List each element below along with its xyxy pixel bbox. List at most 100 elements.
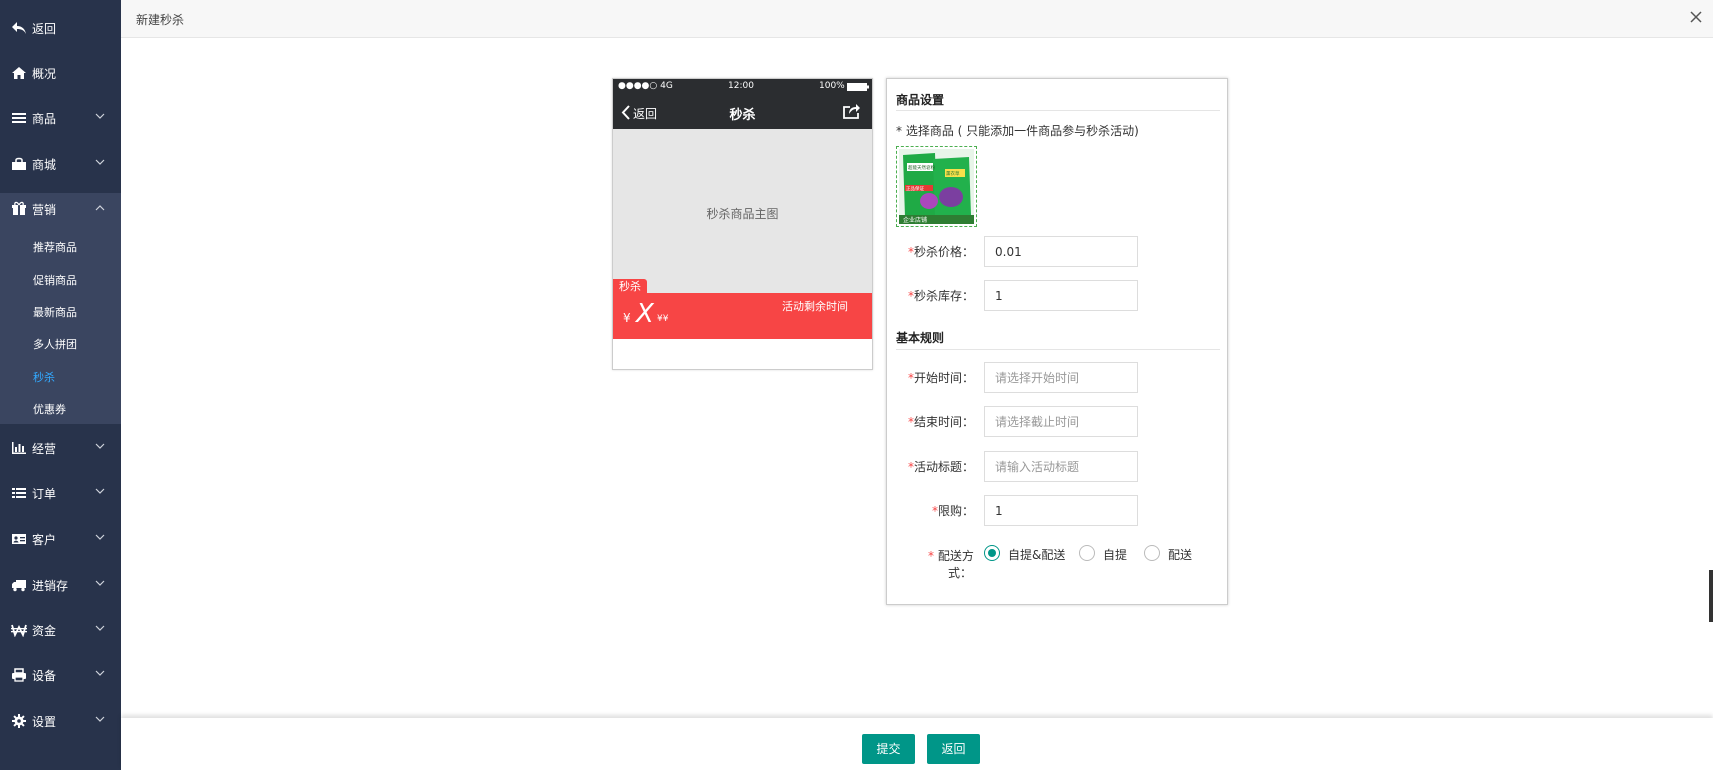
sidebar-item-goods[interactable]: 商品 bbox=[0, 103, 121, 133]
sidebar-item-customers[interactable]: 客户 bbox=[0, 524, 121, 554]
seckill-price: X bbox=[636, 299, 654, 329]
stock-label-text: 秒杀库存： bbox=[914, 289, 975, 303]
back-button[interactable]: 返回 bbox=[927, 734, 980, 764]
section-title-goods: 商品设置 bbox=[896, 93, 945, 107]
price-label-text: 秒杀价格： bbox=[914, 245, 975, 259]
sidebar-item-inventory[interactable]: 进销存 bbox=[0, 570, 121, 600]
sidebar-item-label: 资金 bbox=[32, 624, 57, 638]
delivery-method-label: * 配送方 bbox=[928, 549, 974, 563]
battery-icon bbox=[847, 83, 869, 91]
phone-carrier: ●●●●○ 4G bbox=[618, 81, 673, 91]
submit-button[interactable]: 提交 bbox=[862, 734, 915, 764]
marketing-submenu: 推荐商品 促销商品 最新商品 多人拼团 秒杀 优惠券 bbox=[0, 230, 121, 424]
home-icon bbox=[12, 67, 26, 79]
product-main-image-placeholder: 秒杀商品主图 bbox=[613, 129, 872, 294]
printer-icon bbox=[12, 668, 26, 682]
sidebar-item-marketing[interactable]: 营销 bbox=[0, 193, 121, 230]
id-card-icon bbox=[12, 534, 26, 544]
scrollbar-thumb[interactable] bbox=[1709, 570, 1713, 622]
radio-label: 配送 bbox=[1168, 548, 1193, 562]
submenu-item-recommended[interactable]: 推荐商品 bbox=[33, 239, 77, 255]
sidebar-item-label: 订单 bbox=[32, 487, 57, 501]
chevron-down-icon bbox=[95, 488, 105, 494]
price-label: *秒杀价格： bbox=[908, 245, 975, 259]
sidebar-item-funds[interactable]: 资金 bbox=[0, 615, 121, 645]
sidebar-item-label: 经营 bbox=[32, 442, 57, 456]
close-icon[interactable] bbox=[1689, 10, 1703, 24]
seckill-form-panel: 商品设置 * 选择商品 ( 只能添加一件商品参与秒杀活动) 企业店铺 超能天然皂… bbox=[886, 78, 1228, 605]
purchase-limit-label: *限购： bbox=[932, 504, 975, 518]
sidebar-item-label: 商城 bbox=[32, 158, 57, 172]
radio-label: 自提 bbox=[1103, 548, 1128, 562]
phone-title: 秒杀 bbox=[729, 108, 756, 123]
radio-pickup-and-delivery[interactable]: 自提&配送 bbox=[984, 545, 1066, 563]
end-time-label-text: 结束时间： bbox=[914, 415, 975, 429]
sidebar-item-devices[interactable]: 设备 bbox=[0, 660, 121, 690]
section-divider bbox=[896, 110, 1220, 111]
chevron-up-icon bbox=[95, 205, 105, 211]
sidebar-item-label: 客户 bbox=[32, 533, 57, 547]
gear-icon bbox=[12, 714, 26, 728]
gift-icon bbox=[12, 201, 26, 215]
dialog-header: 新建秒杀 bbox=[121, 0, 1713, 38]
activity-title-input[interactable]: 请输入活动标题 bbox=[984, 451, 1138, 482]
start-time-input[interactable]: 请选择开始时间 bbox=[984, 362, 1138, 393]
submenu-item-newest[interactable]: 最新商品 bbox=[33, 304, 77, 320]
select-goods-label: * 选择商品 ( 只能添加一件商品参与秒杀活动) bbox=[896, 124, 1139, 138]
activity-title-label: *活动标题： bbox=[908, 460, 975, 474]
start-time-label: *开始时间： bbox=[908, 371, 975, 385]
chevron-down-icon bbox=[95, 534, 105, 540]
order-list-icon bbox=[12, 488, 26, 498]
sidebar-item-label: 营销 bbox=[32, 203, 57, 217]
sidebar-item-label: 商品 bbox=[32, 112, 57, 126]
thumbnail-brand-text: 超能天然皂粉 bbox=[908, 164, 935, 171]
radio-checked-icon bbox=[984, 545, 1000, 561]
sidebar-item-label: 设置 bbox=[32, 715, 57, 729]
share-icon bbox=[843, 104, 860, 119]
phone-battery-text: 100% bbox=[819, 81, 845, 91]
bar-chart-icon bbox=[12, 442, 26, 454]
thumbnail-badge-text: 企业店铺 bbox=[903, 216, 927, 224]
chevron-down-icon bbox=[95, 625, 105, 631]
sidebar-item-settings[interactable]: 设置 bbox=[0, 706, 121, 736]
currency-symbol: ¥ bbox=[623, 311, 631, 325]
chevron-down-icon bbox=[95, 580, 105, 586]
page-title: 新建秒杀 bbox=[136, 13, 185, 27]
sidebar-item-label: 返回 bbox=[32, 22, 57, 36]
phone-preview: ●●●●○ 4G 12:00 100% 返回 秒杀 秒杀商品主图 ¥ X ¥¥ … bbox=[612, 78, 873, 370]
purchase-limit-label-text: 限购： bbox=[938, 504, 975, 518]
radio-unchecked-icon bbox=[1144, 545, 1160, 561]
purchase-limit-input[interactable]: 1 bbox=[984, 495, 1138, 526]
main-image-label: 秒杀商品主图 bbox=[706, 207, 779, 221]
submenu-item-group-buy[interactable]: 多人拼团 bbox=[33, 336, 77, 352]
section-divider bbox=[896, 349, 1220, 350]
seckill-price-bar: ¥ X ¥¥ 活动剩余时间 bbox=[613, 293, 872, 339]
seckill-stock-input[interactable]: 1 bbox=[984, 280, 1138, 311]
radio-pickup[interactable]: 自提 bbox=[1079, 545, 1129, 563]
original-price: ¥¥ bbox=[657, 314, 669, 324]
sidebar-item-label: 进销存 bbox=[32, 579, 69, 593]
sidebar-item-overview[interactable]: 概况 bbox=[0, 58, 121, 88]
seckill-tag: 秒杀 bbox=[613, 279, 647, 295]
sidebar-item-back[interactable]: 返回 bbox=[0, 13, 121, 43]
sidebar-item-orders[interactable]: 订单 bbox=[0, 478, 121, 508]
submenu-item-coupon[interactable]: 优惠券 bbox=[33, 401, 66, 417]
delivery-method-radio-group: 自提&配送 自提 配送 bbox=[984, 545, 1224, 563]
sidebar: 返回 概况 商品 商城 营销 推荐商品 促销商品 最新商品 多人拼团 秒杀 优惠… bbox=[0, 0, 121, 770]
sidebar-item-mall[interactable]: 商城 bbox=[0, 149, 121, 179]
won-currency-icon bbox=[11, 624, 27, 637]
sidebar-item-operations[interactable]: 经营 bbox=[0, 433, 121, 463]
radio-delivery[interactable]: 配送 bbox=[1144, 545, 1194, 563]
radio-label: 自提&配送 bbox=[1008, 548, 1066, 562]
end-time-input[interactable]: 请选择截止时间 bbox=[984, 406, 1138, 437]
activity-title-label-text: 活动标题： bbox=[914, 460, 975, 474]
chevron-down-icon bbox=[95, 716, 105, 722]
submenu-item-promotion[interactable]: 促销商品 bbox=[33, 272, 77, 288]
chevron-down-icon bbox=[95, 443, 105, 449]
chevron-down-icon bbox=[95, 159, 105, 165]
submenu-item-seckill[interactable]: 秒杀 bbox=[33, 369, 55, 385]
list-icon bbox=[12, 113, 26, 123]
product-image-picker[interactable]: 企业店铺 超能天然皂粉 正品保证 薰衣草 bbox=[896, 146, 977, 227]
sidebar-item-label: 设备 bbox=[32, 669, 57, 683]
seckill-price-input[interactable]: 0.01 bbox=[984, 236, 1138, 267]
